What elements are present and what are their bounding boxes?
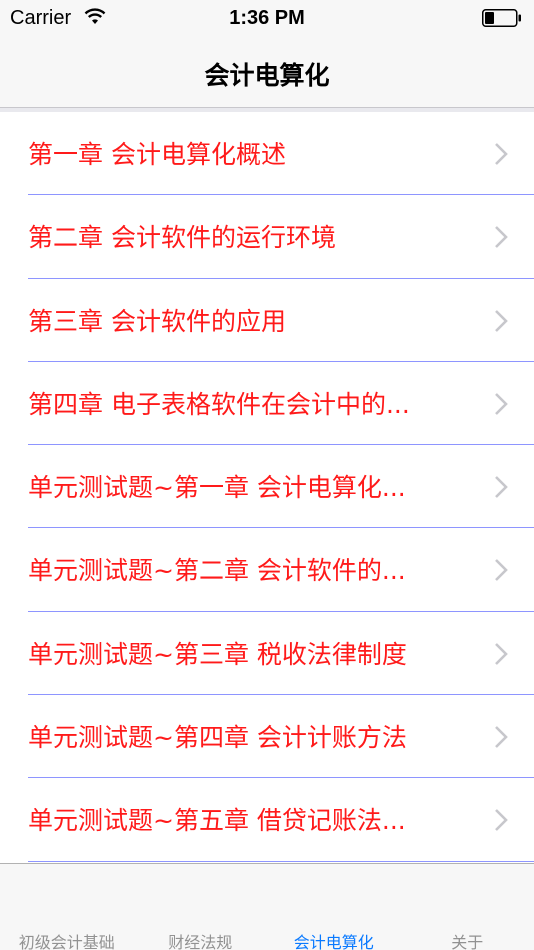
tab-accounting-computerization[interactable]: 会计电算化: [267, 864, 401, 950]
list-item[interactable]: 第四章 电子表格软件在会计中的...: [0, 362, 534, 446]
list-item[interactable]: 单元测试题~第二章 会计软件的...: [0, 528, 534, 612]
list-item[interactable]: 单元测试题~第四章 会计计账方法: [0, 695, 534, 779]
list-item[interactable]: 单元测试题~第五章 借贷记账法...: [0, 778, 534, 862]
status-time: 1:36 PM: [229, 7, 305, 29]
tab-label: 会计电算化: [293, 933, 374, 950]
list-item-label: 第二章 会计软件的运行环境: [28, 223, 336, 253]
chevron-right-icon: [495, 559, 508, 582]
list-item-label: 第四章 电子表格软件在会计中的...: [28, 389, 410, 419]
list-item[interactable]: 单元测试题~第一章 会计电算化...: [0, 445, 534, 529]
chevron-right-icon: [495, 476, 508, 499]
tab-about[interactable]: 关于: [401, 864, 534, 950]
chevron-right-icon: [495, 226, 508, 249]
navigation-bar: 会计电算化: [0, 38, 534, 108]
tab-financial-regulations[interactable]: 财经法规: [134, 864, 268, 950]
list-item-label: 单元测试题~第五章 借贷记账法...: [28, 806, 406, 836]
list-item[interactable]: 单元测试题~第三章 税收法律制度: [0, 612, 534, 696]
tab-basic-accounting[interactable]: 初级会计基础: [0, 864, 134, 950]
list-item[interactable]: 第一章 会计电算化概述: [0, 112, 534, 196]
chevron-right-icon: [495, 642, 508, 665]
chevron-right-icon: [495, 143, 508, 165]
list-item[interactable]: 第三章 会计软件的应用: [0, 279, 534, 362]
divider: [28, 860, 534, 862]
page-title: 会计电算化: [204, 61, 330, 90]
list-item-label: 第一章 会计电算化概述: [28, 140, 286, 169]
chevron-right-icon: [495, 309, 508, 332]
tab-label: 初级会计基础: [18, 933, 115, 950]
status-bar: Carrier 1:36 PM: [0, 0, 534, 38]
list-item-label: 第三章 会计软件的应用: [28, 306, 286, 336]
list-item-label: 单元测试题~第一章 会计电算化...: [28, 473, 406, 503]
chevron-right-icon: [495, 809, 508, 832]
list-item-label: 单元测试题~第四章 会计计账方法: [28, 723, 407, 753]
battery-icon: [482, 9, 521, 27]
chevron-right-icon: [495, 392, 508, 415]
tab-bar: 初级会计基础 财经法规 会计电算化 关于: [0, 863, 534, 950]
chapter-list: 第一章 会计电算化概述 第二章 会计软件的运行环境 第三章 会计软件的应用 第四…: [0, 108, 534, 863]
list-item-label: 单元测试题~第二章 会计软件的...: [28, 556, 406, 586]
list-item[interactable]: 第二章 会计软件的运行环境: [0, 195, 534, 279]
tab-label: 关于: [451, 933, 484, 950]
list-item-label: 单元测试题~第三章 税收法律制度: [28, 639, 407, 669]
tab-label: 财经法规: [168, 933, 233, 950]
chevron-right-icon: [495, 726, 508, 748]
